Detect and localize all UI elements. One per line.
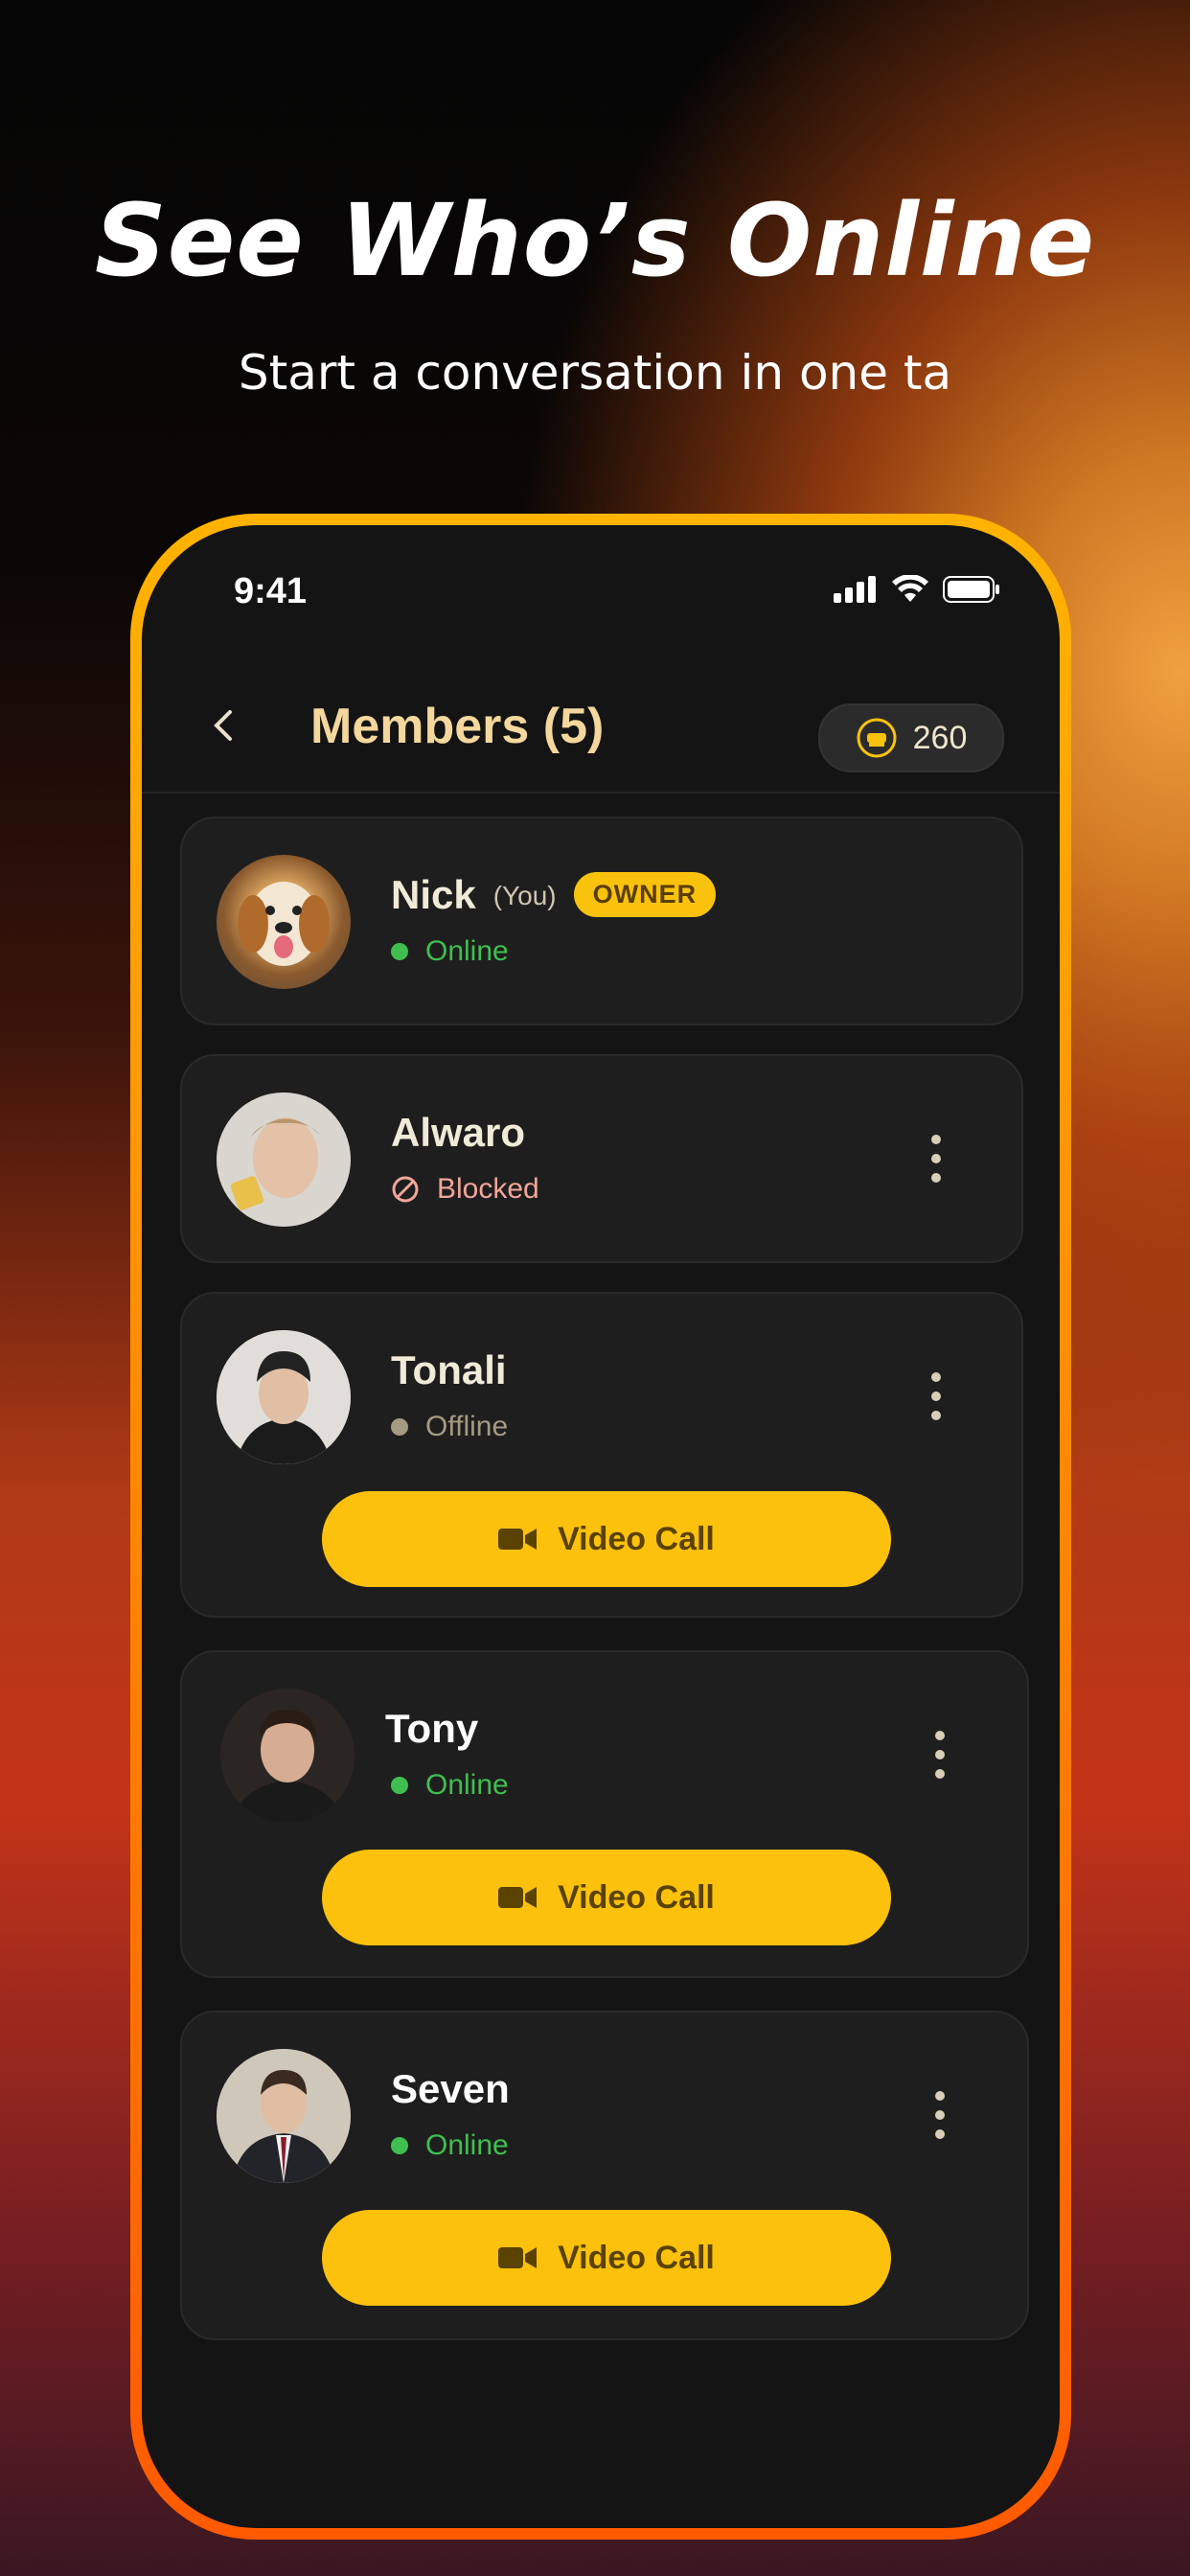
page-title: Members (5) <box>310 699 605 754</box>
blocked-icon <box>392 1176 419 1203</box>
more-options-icon[interactable] <box>931 1135 941 1183</box>
phone-frame: 9:41 Members (5) 260 Nick (You) OWNER On… <box>130 514 1071 2540</box>
more-options-icon[interactable] <box>931 1372 941 1420</box>
video-camera-icon <box>498 1887 538 1908</box>
coin-count: 260 <box>912 719 968 756</box>
online-dot-icon <box>391 2137 408 2154</box>
online-dot-icon <box>391 943 408 960</box>
person-avatar-image <box>217 1330 351 1464</box>
nav-bar: Members (5) 260 <box>142 659 1060 794</box>
video-call-label: Video Call <box>558 2239 715 2276</box>
member-status: Online <box>391 935 509 968</box>
avatar <box>217 1330 351 1464</box>
promo-headline: See Who’s Online <box>94 182 1096 299</box>
video-call-button[interactable]: Video Call <box>322 1850 891 1945</box>
avatar <box>220 1689 355 1823</box>
status-text: Online <box>425 1769 509 1801</box>
chevron-left-icon <box>214 710 232 741</box>
video-call-label: Video Call <box>558 1878 715 1916</box>
member-name: Alwaro <box>391 1110 526 1155</box>
coin-balance[interactable]: 260 <box>818 703 1004 772</box>
person-avatar-image <box>220 1689 355 1823</box>
more-options-icon[interactable] <box>935 2091 945 2139</box>
more-options-icon[interactable] <box>935 1731 945 1779</box>
member-card-alwaro[interactable]: Alwaro Blocked <box>180 1054 1023 1263</box>
member-name: Tony <box>385 1706 479 1751</box>
owner-badge: OWNER <box>573 872 717 917</box>
promo-subline: Start a conversation in one ta <box>238 345 952 401</box>
status-text: Blocked <box>437 1173 539 1205</box>
status-time: 9:41 <box>234 571 308 611</box>
sofa-coin-icon <box>857 718 897 758</box>
avatar <box>217 855 351 989</box>
status-text: Online <box>425 935 509 967</box>
member-card-seven[interactable]: Seven Online Video Call <box>180 2011 1029 2340</box>
member-card-tony[interactable]: Tony Online Video Call <box>180 1650 1029 1978</box>
member-status: Online <box>391 1769 509 1802</box>
you-label: (You) <box>492 881 557 910</box>
video-call-label: Video Call <box>558 1520 715 1557</box>
member-name: Nick (You) OWNER <box>391 872 717 923</box>
status-icons <box>834 575 1000 604</box>
status-text: Online <box>425 2129 509 2161</box>
status-text: Offline <box>425 1411 509 1442</box>
signal-icon <box>834 576 876 603</box>
member-name: Tonali <box>391 1347 507 1392</box>
wifi-icon <box>892 575 928 602</box>
dog-avatar-image <box>238 882 330 966</box>
avatar <box>217 1092 351 1227</box>
video-call-button[interactable]: Video Call <box>322 1491 891 1587</box>
member-card-nick[interactable]: Nick (You) OWNER Online <box>180 816 1023 1025</box>
video-camera-icon <box>498 2247 538 2268</box>
offline-dot-icon <box>391 1418 408 1436</box>
member-status: Offline <box>391 1411 508 1443</box>
member-status: Blocked <box>391 1173 539 1206</box>
member-name: Seven <box>391 2066 510 2111</box>
member-card-tonali[interactable]: Tonali Offline Video Call <box>180 1292 1023 1618</box>
member-name-text: Nick <box>391 872 476 917</box>
member-status: Online <box>391 2129 509 2162</box>
battery-icon <box>943 576 999 603</box>
person-avatar-image <box>217 2049 351 2183</box>
online-dot-icon <box>391 1777 408 1794</box>
video-call-button[interactable]: Video Call <box>322 2210 891 2306</box>
video-camera-icon <box>498 1529 538 1550</box>
avatar <box>217 2049 351 2183</box>
phone-screen: 9:41 Members (5) 260 Nick (You) OWNER On… <box>142 525 1060 2528</box>
back-button[interactable] <box>211 703 234 756</box>
person-avatar-image <box>217 1092 351 1227</box>
